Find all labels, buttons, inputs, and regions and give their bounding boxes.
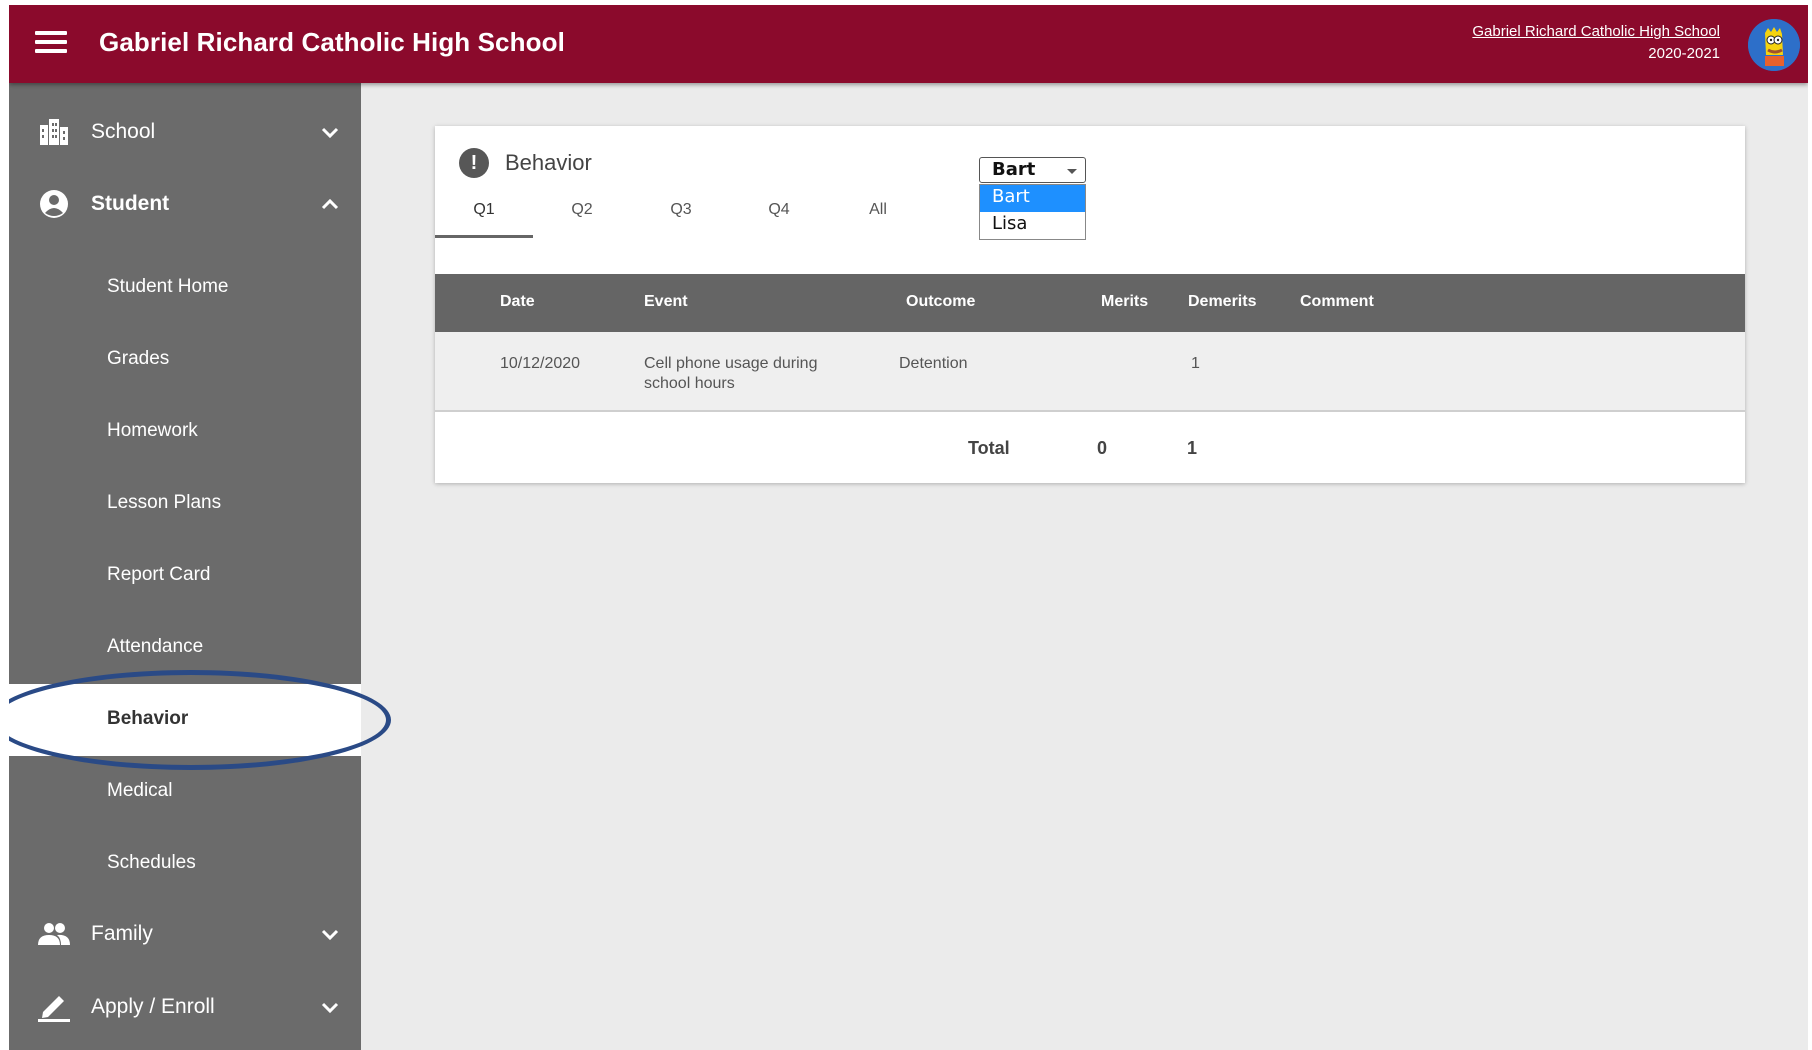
sidebar-nav: School Student Student Home Grades Homew… (9, 83, 361, 1050)
tab-q4[interactable]: Q4 (730, 198, 828, 238)
top-app-bar: Gabriel Richard Catholic High School Gab… (9, 5, 1808, 83)
tab-q2[interactable]: Q2 (533, 198, 631, 238)
sidebar-item-label: Schedules (107, 852, 196, 873)
alert-circle-icon: ! (459, 148, 489, 178)
student-select-value: Bart (992, 159, 1036, 180)
school-year: 2020-2021 (1648, 45, 1720, 62)
sidebar-item-lesson-plans[interactable]: Lesson Plans (9, 468, 361, 540)
tab-q3[interactable]: Q3 (632, 198, 730, 238)
column-header-demerits: Demerits (1188, 293, 1257, 310)
student-option-lisa[interactable]: Lisa (980, 212, 1085, 239)
column-header-outcome: Outcome (906, 293, 976, 310)
sidebar-section-label: Family (91, 922, 153, 945)
sidebar-item-homework[interactable]: Homework (9, 396, 361, 468)
sidebar-item-label: Student Home (107, 276, 229, 297)
sidebar-item-label: Report Card (107, 564, 211, 585)
sidebar-item-label: Lesson Plans (107, 492, 222, 513)
pencil-icon (38, 996, 70, 1022)
app-frame: Gabriel Richard Catholic High School Gab… (9, 5, 1808, 1050)
sidebar-item-report-card[interactable]: Report Card (9, 540, 361, 612)
column-header-date: Date (500, 293, 535, 310)
table-row[interactable]: 10/12/2020 Cell phone usage during schoo… (435, 332, 1745, 412)
sidebar-item-grades[interactable]: Grades (9, 324, 361, 396)
column-header-event: Event (644, 293, 688, 310)
chevron-down-icon (321, 1002, 339, 1014)
total-merits: 0 (1097, 438, 1108, 458)
cell-date: 10/12/2020 (500, 355, 581, 372)
people-icon (38, 923, 70, 945)
student-select-dropdown: Bart Lisa (979, 184, 1086, 240)
sidebar-section-label: Apply / Enroll (91, 995, 215, 1018)
student-select[interactable]: Bart (979, 157, 1086, 183)
sidebar-item-attendance[interactable]: Attendance (9, 612, 361, 684)
sidebar-section-family[interactable]: Family (9, 899, 361, 971)
app-title: Gabriel Richard Catholic High School (99, 27, 565, 57)
chevron-down-icon (321, 929, 339, 941)
sidebar-section-school[interactable]: School (9, 97, 361, 169)
card-title: Behavior (505, 150, 592, 175)
sidebar-item-behavior[interactable]: Behavior (9, 684, 361, 756)
sidebar-section-student[interactable]: Student (9, 169, 361, 241)
sidebar-item-label: Behavior (107, 708, 189, 729)
sidebar-section-label: School (91, 120, 156, 143)
table-footer-totals: Total 0 1 (435, 414, 1745, 482)
sidebar-item-label: Homework (107, 420, 198, 441)
school-link[interactable]: Gabriel Richard Catholic High School (1472, 23, 1720, 40)
sidebar-section-label: Student (91, 192, 170, 215)
column-header-merits: Merits (1101, 293, 1149, 310)
column-header-comment: Comment (1300, 293, 1374, 310)
sidebar-section-apply-enroll[interactable]: Apply / Enroll (9, 972, 361, 1044)
building-icon (40, 119, 68, 145)
cell-event: Cell phone usage during school hours (644, 354, 817, 394)
total-demerits: 1 (1187, 438, 1198, 458)
chevron-down-icon (321, 127, 339, 139)
behavior-card: ! Behavior Q1 Q2 Q3 Q4 All Bart Bart Lis… (435, 126, 1745, 483)
cell-outcome: Detention (899, 355, 968, 372)
sidebar-item-schedules[interactable]: Schedules (9, 828, 361, 900)
dropdown-caret-icon (1067, 169, 1077, 174)
total-label: Total (968, 438, 1010, 458)
account-circle-icon (40, 190, 68, 218)
avatar[interactable] (1748, 19, 1800, 71)
student-option-bart[interactable]: Bart (980, 185, 1085, 212)
sidebar-item-label: Grades (107, 348, 170, 369)
cell-demerits: 1 (1191, 355, 1200, 372)
tab-all[interactable]: All (829, 198, 927, 238)
sidebar-item-label: Medical (107, 780, 173, 801)
sidebar-item-label: Attendance (107, 636, 204, 657)
chevron-up-icon (321, 198, 339, 210)
table-header: Date Event Outcome Merits Demerits Comme… (435, 274, 1745, 332)
cell-event-line1: Cell phone usage during (644, 355, 818, 372)
sidebar-item-medical[interactable]: Medical (9, 756, 361, 828)
hamburger-menu-icon[interactable] (35, 31, 67, 59)
cell-event-line2: school hours (644, 375, 735, 392)
sidebar-item-student-home[interactable]: Student Home (9, 252, 361, 324)
tab-q1[interactable]: Q1 (435, 198, 533, 238)
